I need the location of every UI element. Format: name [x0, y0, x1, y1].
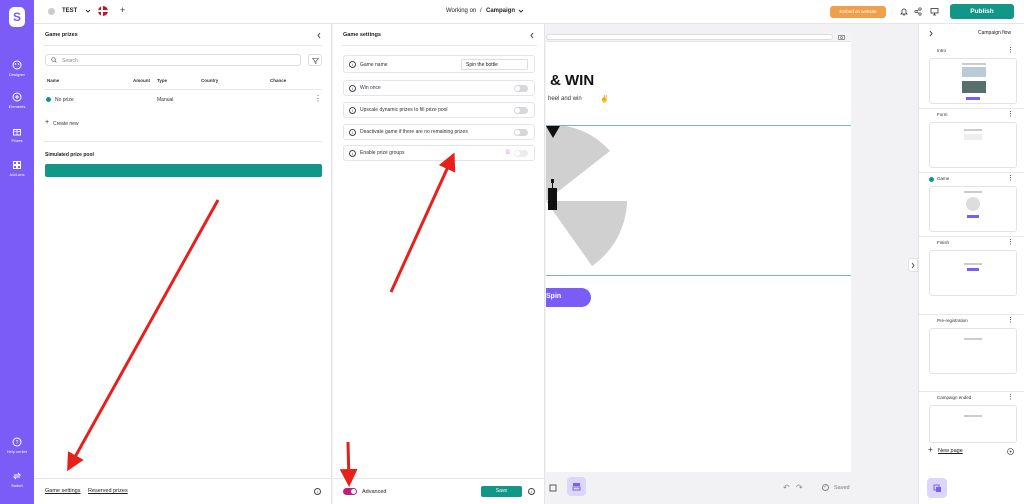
arrow-to-advanced: [339, 441, 358, 487]
annotation-arrows: [67, 152, 456, 487]
arrow-to-game-settings: [67, 199, 220, 472]
arrow-to-prize-groups: [389, 152, 456, 293]
